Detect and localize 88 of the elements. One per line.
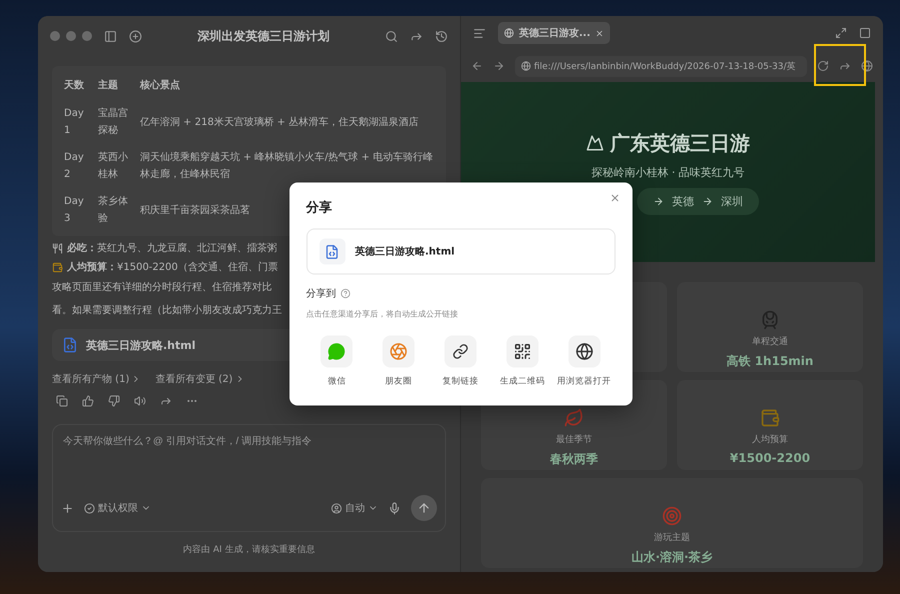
card-value: ¥1500-2200 <box>730 451 810 465</box>
file-icon <box>319 238 345 264</box>
table-cell-text: Day 2 <box>63 151 85 182</box>
panel-icon[interactable] <box>859 27 871 39</box>
wallet-icon <box>760 408 780 428</box>
table-cell-text: 英西小桂林 <box>97 150 129 182</box>
arrow-icon <box>653 196 664 206</box>
history-icon[interactable] <box>435 30 448 42</box>
share-hint: 点击任意渠道分享后，将自动生成公开链接 <box>306 308 459 320</box>
table-cell-text: Day 3 <box>63 195 85 226</box>
aperture-icon <box>390 342 408 360</box>
card-label: 单程交通 <box>752 336 788 348</box>
help-icon <box>340 288 350 298</box>
card-label: 人均预算 <box>752 434 788 446</box>
target-icon <box>662 506 682 526</box>
mountain-icon <box>586 134 604 152</box>
card-label: 最佳季节 <box>556 434 592 446</box>
route-stop: 英德 <box>672 194 694 208</box>
share-option[interactable]: 用浏览器打开 <box>553 336 615 388</box>
utensils-icon <box>52 242 63 254</box>
route-stop: 深圳 <box>721 194 743 208</box>
microphone-icon[interactable] <box>388 502 401 514</box>
paragraph-line: 看。如果需要调整行程（比如带小朋友改成巧克力王 <box>52 304 282 318</box>
menu-icon[interactable] <box>473 26 486 40</box>
expand-icon[interactable] <box>835 27 847 39</box>
globe-icon <box>575 342 594 360</box>
arrow-icon <box>702 196 713 206</box>
link-icon <box>452 344 468 360</box>
table-cell-text: 茶乡体验 <box>97 194 129 226</box>
column-header: 天数 <box>63 78 85 93</box>
table-cell-text: 宝晶宫探秘 <box>97 106 129 138</box>
file-name: 英德三日游攻略.html <box>355 245 455 258</box>
file-icon <box>62 337 78 353</box>
view-link[interactable]: 查看所有产物 (1) <box>52 372 142 386</box>
mode-dropdown[interactable]: 自动 <box>331 501 378 515</box>
share-option[interactable]: 生成二维码 <box>491 336 554 388</box>
add-icon[interactable] <box>61 502 74 514</box>
close-icon <box>595 28 604 38</box>
browser-tab[interactable]: 英德三日游攻... <box>498 22 610 44</box>
table-cell-text: Day 1 <box>63 107 85 138</box>
disclaimer-text: 内容由 AI 生成，请核实重要信息 <box>183 544 315 556</box>
copy-icon[interactable] <box>56 395 68 407</box>
card-value: 春秋两季 <box>550 451 598 468</box>
reload-icon[interactable] <box>817 60 829 72</box>
send-button[interactable] <box>411 495 437 521</box>
user-circle-icon <box>331 502 342 514</box>
note-text: 必吃：英红九号、九龙豆腐、北江河鲜、擂茶粥 <box>67 242 277 255</box>
paragraph-line: 攻略页面里还有详细的分时段行程、住宿推荐对比 <box>52 280 272 295</box>
chat-bubble-icon <box>328 342 346 360</box>
sidebar-toggle-icon[interactable] <box>104 30 117 42</box>
hero-subtitle: 探秘岭南小桂林 · 品味英红九号 <box>591 164 745 180</box>
share-icon[interactable] <box>160 395 172 407</box>
leaf-icon <box>564 408 584 428</box>
dialog-title: 分享 <box>306 199 333 216</box>
share-label: 分享到 <box>306 287 336 300</box>
thumbs-down-icon[interactable] <box>108 395 120 407</box>
close-icon[interactable] <box>609 192 620 204</box>
globe-icon <box>504 28 514 38</box>
back-icon[interactable] <box>471 60 483 72</box>
arrow-up-icon <box>417 501 431 515</box>
globe-icon <box>521 61 531 71</box>
wallet-icon <box>52 262 63 272</box>
permission-dropdown[interactable]: 默认权限 <box>84 501 151 515</box>
forward-icon[interactable] <box>493 60 505 72</box>
message-input[interactable]: 今天帮你做些什么？@ 引用对话文件，/ 调用技能与指令 <box>61 435 441 448</box>
hero-title: 广东英德三日游 <box>610 130 750 156</box>
check-circle-icon <box>84 502 95 514</box>
table-cell-text: 积庆里千亩茶园采茶品茗 <box>139 204 251 218</box>
search-icon[interactable] <box>385 30 398 42</box>
table-cell-text: 洞天仙境乘船穿越天坑 + 峰林晓镇小火车/热气球 + 电动车骑行峰林走廊，住峰林民宿 <box>139 150 434 182</box>
share-icon[interactable] <box>839 60 851 72</box>
column-header: 核心景点 <box>138 78 181 93</box>
card-value: 高铁 1h15min <box>726 353 814 370</box>
card-value: 山水·溶洞·茶乡 <box>631 549 713 566</box>
note-text: 人均预算：¥1500-2200（含交通、住宿、门票 <box>67 260 278 274</box>
window-title: 深圳出发英德三日游计划 <box>196 28 330 44</box>
qr-code-icon <box>513 342 532 360</box>
new-chat-icon[interactable] <box>129 30 142 42</box>
thumbs-up-icon[interactable] <box>82 395 94 407</box>
address-bar[interactable]: file:///Users/lanbinbin/WorkBuddy/2026-07-13-18-05-33/英 <box>515 56 807 76</box>
column-header: 主题 <box>97 78 119 93</box>
table-cell-text: 亿年溶洞 + 218米天宫玻璃桥 + 丛林滑车，住天鹅湖温泉酒店 <box>139 116 420 130</box>
view-link[interactable]: 查看所有变更 (2) <box>155 372 245 386</box>
card-label: 游玩主题 <box>654 532 690 544</box>
speaker-icon[interactable] <box>134 395 146 407</box>
train-icon <box>760 310 780 330</box>
highlight-frame <box>814 44 866 86</box>
globe-icon[interactable] <box>861 60 873 72</box>
